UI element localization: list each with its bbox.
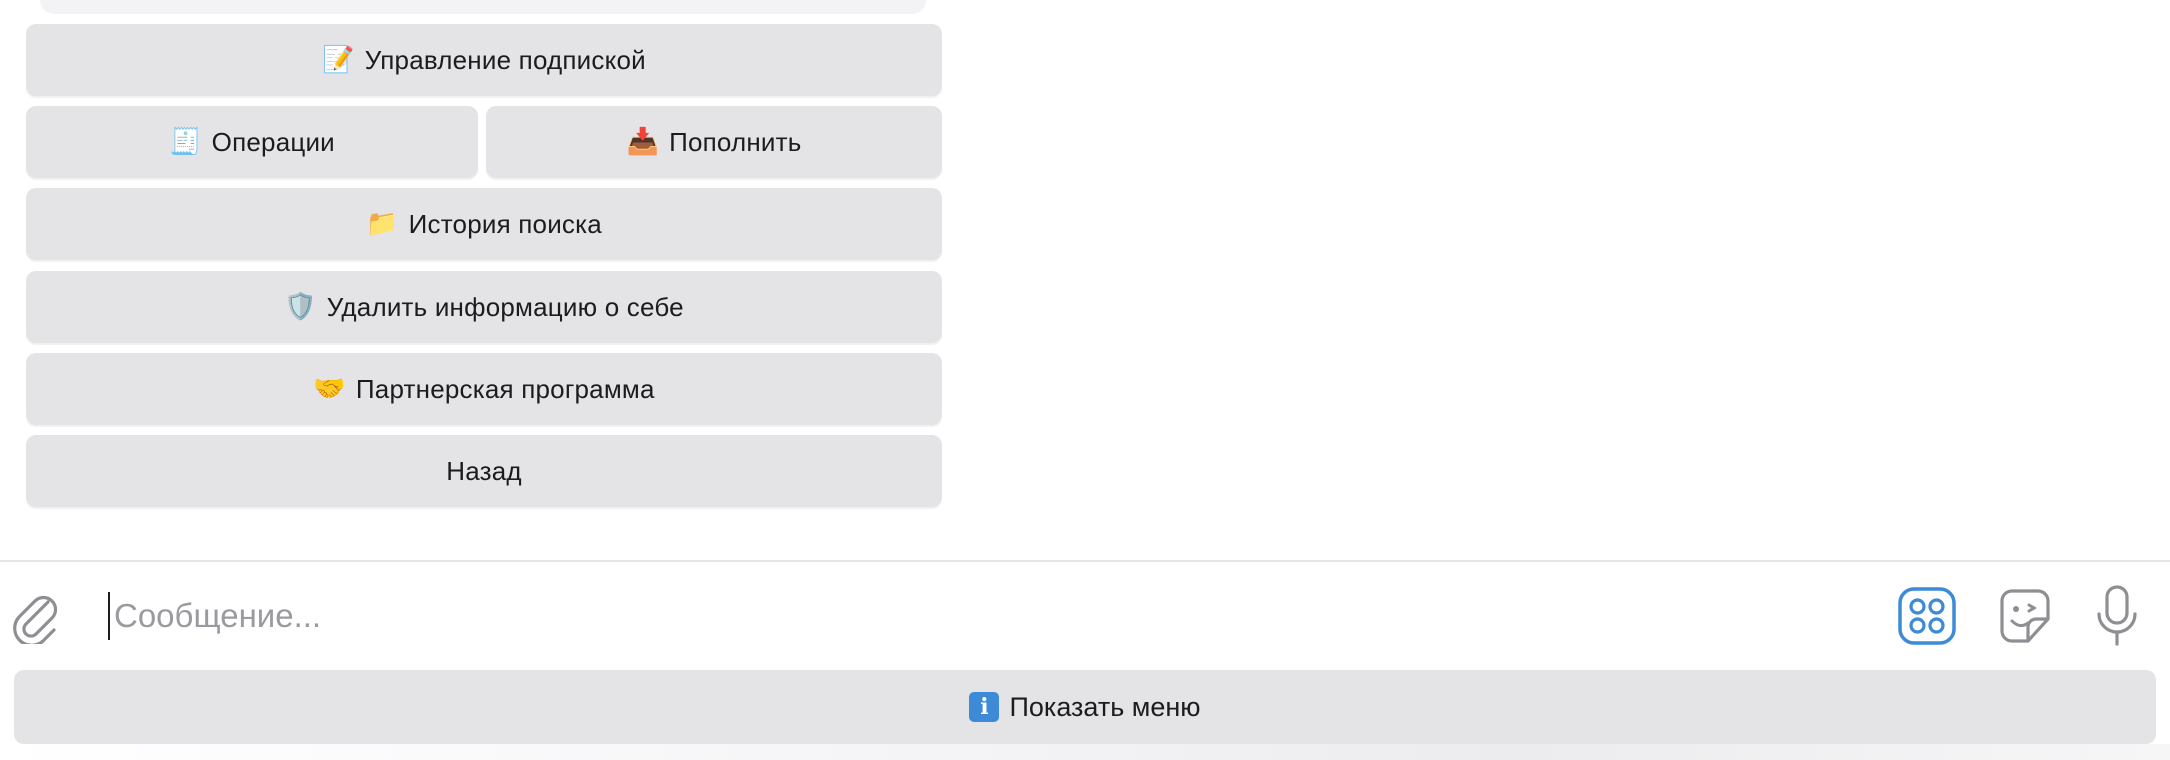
subscription-management-button[interactable]: 📝 Управление подпиской [26, 24, 942, 96]
button-label: Назад [446, 455, 522, 486]
microphone-icon[interactable] [2094, 584, 2140, 648]
info-icon: i [969, 692, 1000, 722]
paperclip-icon[interactable] [10, 588, 60, 644]
receipt-icon: 🧾 [169, 127, 202, 157]
search-history-button[interactable]: 📁 История поиска [26, 188, 942, 260]
bottom-edge [0, 744, 2170, 760]
button-label: История поиска [408, 208, 602, 239]
top-up-button[interactable]: 📥 Пополнить [486, 106, 942, 178]
back-button[interactable]: Назад [26, 435, 942, 507]
button-label: Управление подпиской [364, 44, 646, 75]
button-label: Пополнить [669, 126, 802, 157]
bot-commands-icon[interactable] [1898, 587, 1956, 645]
sticker-icon[interactable] [1994, 585, 2056, 647]
shield-icon: 🛡️ [284, 292, 317, 322]
show-menu-label: Показать меню [1009, 691, 1201, 722]
button-label: Партнерская программа [355, 373, 655, 404]
partner-program-button[interactable]: 🤝 Партнерская программа [26, 353, 942, 425]
delete-my-info-button[interactable]: 🛡️ Удалить информацию о себе [26, 271, 942, 343]
previous-message-edge [40, 0, 926, 14]
message-input[interactable] [108, 592, 1858, 640]
button-label: Операции [211, 126, 335, 157]
inbox-tray-icon: 📥 [626, 127, 660, 157]
chat-window: 📝 Управление подпиской 🧾 Операции 📥 Попо… [0, 0, 2170, 760]
show-menu-button[interactable]: i Показать меню [14, 670, 2156, 744]
memo-icon: 📝 [322, 45, 355, 75]
folder-icon: 📁 [366, 209, 399, 239]
operations-button[interactable]: 🧾 Операции [26, 106, 478, 178]
handshake-icon: 🤝 [313, 374, 346, 404]
button-label: Удалить информацию о себе [326, 291, 684, 322]
